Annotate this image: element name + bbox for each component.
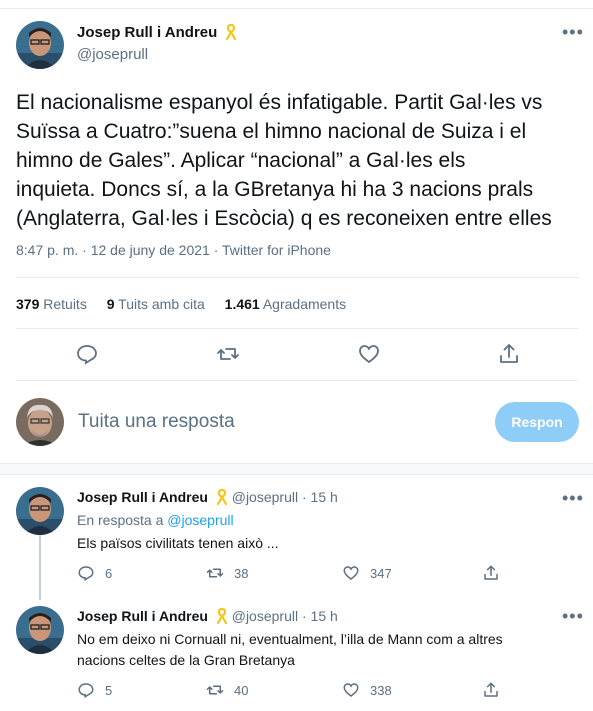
tweet-line: Suïssa a Cuatro:”suena el himno nacional…: [16, 120, 527, 143]
divider: [16, 380, 579, 381]
reply-button[interactable]: Respon: [495, 402, 579, 442]
reply-action-share[interactable]: [482, 681, 500, 699]
author-handle[interactable]: @joseprull: [77, 46, 148, 63]
reply-action-like[interactable]: 347: [342, 564, 392, 582]
reply-author-avatar[interactable]: [16, 606, 64, 654]
reply-action-reply[interactable]: 5: [77, 681, 112, 699]
share-icon[interactable]: [497, 342, 521, 366]
tweet-stats: 379 Retuits 9 Tuits amb cita 1.461 Agrad…: [16, 296, 362, 312]
like-icon: [343, 566, 359, 580]
like-icon: [343, 683, 359, 697]
reply-line: nacions celtes de la Gran Bretanya: [77, 652, 295, 668]
retweets-stat[interactable]: 379 Retuits: [16, 296, 87, 312]
more-icon[interactable]: •••: [562, 606, 584, 627]
reply-time[interactable]: · 15 h: [302, 608, 338, 624]
reply-icon: [78, 566, 94, 582]
in-reply-to: En resposta a @joseprull: [77, 512, 234, 528]
retweet-icon: [206, 568, 224, 578]
in-reply-prefix: En resposta a: [77, 512, 164, 528]
share-icon: [484, 682, 498, 697]
reply-action-retweet[interactable]: 38: [206, 564, 248, 582]
reply-author-name[interactable]: Josep Rull i Andreu: [77, 608, 208, 624]
reply-count: 5: [105, 682, 113, 698]
reply-header: Josep Rull i Andreu @joseprull · 15 h: [77, 607, 338, 627]
retweet-icon[interactable]: [216, 342, 240, 366]
share-icon: [484, 565, 498, 580]
main-tweet-text: El nacionalisme espanyol és infatigable.…: [16, 88, 586, 233]
quotes-count: 9: [106, 296, 115, 312]
section-separator: [0, 463, 593, 475]
thread-connector-line: [39, 535, 41, 600]
tweet-timestamp[interactable]: 8:47 p. m. · 12 de juny de 2021 · Twitte…: [16, 242, 331, 258]
likes-label: Agradaments: [262, 296, 347, 312]
yellow-ribbon-icon: [225, 23, 237, 43]
retweets-count: 379: [16, 296, 40, 312]
quotes-stat[interactable]: 9 Tuits amb cita: [107, 296, 205, 312]
reply-line: No em deixo ni Cornuall ni, eventualment…: [77, 631, 503, 647]
tweet-line: himno de Gales”. Aplicar “nacional” a Ga…: [16, 149, 466, 172]
reply-icon[interactable]: [75, 342, 99, 366]
quotes-label: Tuits amb cita: [118, 296, 205, 312]
reply-text: Els països civilitats tenen això ...: [77, 533, 279, 554]
reply-count: 6: [105, 565, 113, 581]
retweet-count: 38: [234, 565, 249, 581]
retweets-label: Retuits: [43, 296, 87, 312]
retweet-count: 40: [234, 682, 249, 698]
like-count: 347: [370, 565, 392, 581]
likes-stat[interactable]: 1.461 Agradaments: [225, 296, 346, 312]
reply-text: No em deixo ni Cornuall ni, eventualment…: [77, 629, 503, 671]
reply-header: Josep Rull i Andreu @joseprull · 15 h: [77, 488, 338, 508]
reply-author-handle[interactable]: @joseprull: [232, 608, 298, 624]
reply-icon: [78, 683, 94, 699]
reply-author-avatar[interactable]: [16, 487, 64, 535]
likes-count: 1.461: [224, 296, 260, 312]
more-icon[interactable]: •••: [562, 22, 584, 43]
like-count: 338: [370, 682, 392, 698]
reply-author-handle[interactable]: @joseprull: [232, 489, 298, 505]
tweet-line: (Anglaterra, Gal·les i Escòcia) q es rec…: [16, 207, 552, 230]
reply-action-reply[interactable]: 6: [77, 564, 112, 582]
in-reply-handle-link[interactable]: @joseprull: [167, 512, 233, 528]
reply-action-retweet[interactable]: 40: [206, 681, 248, 699]
reply-line: Els països civilitats tenen això ...: [77, 535, 279, 551]
more-icon[interactable]: •••: [562, 488, 584, 509]
retweet-icon: [206, 685, 224, 695]
top-divider: [0, 0, 593, 9]
reply-author-name[interactable]: Josep Rull i Andreu: [77, 489, 208, 505]
main-tweet-header: Josep Rull i Andreu: [77, 23, 237, 43]
tweet-line: El nacionalisme espanyol és infatigable.…: [16, 91, 543, 114]
reply-action-share[interactable]: [482, 564, 500, 582]
author-name[interactable]: Josep Rull i Andreu: [77, 24, 217, 41]
yellow-ribbon-icon: [216, 488, 228, 508]
like-icon[interactable]: [357, 342, 381, 366]
divider: [16, 328, 579, 329]
yellow-ribbon-icon: [216, 607, 228, 627]
tweet-line: inquieta. Doncs sí, a la GBretanya hi ha…: [16, 178, 534, 201]
reply-input[interactable]: Tuita una resposta: [78, 411, 235, 433]
user-avatar[interactable]: [16, 398, 64, 446]
reply-time[interactable]: · 15 h: [302, 489, 338, 505]
divider: [16, 277, 579, 278]
reply-action-like[interactable]: 338: [342, 681, 392, 699]
author-avatar[interactable]: [16, 21, 64, 69]
